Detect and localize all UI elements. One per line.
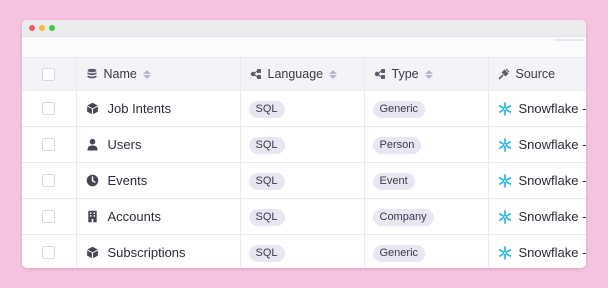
header-language-label: Language [267,67,324,81]
table-row[interactable]: Accounts SQL Company Snowflake - [22,198,587,235]
language-cell: SQL [240,234,365,268]
header-source-label: Source [515,67,556,81]
row-select-cell [22,162,77,199]
horizontal-scrollbar[interactable] [554,39,584,41]
sort-icon[interactable] [142,69,157,79]
model-name[interactable]: Events [108,173,148,188]
title-bar [22,20,586,37]
nodes-icon [250,69,261,79]
model-name[interactable]: Accounts [108,209,161,224]
language-cell: SQL [240,162,365,199]
table-header-row: Name Language Type Source [22,58,586,91]
name-cell: Subscriptions [76,234,241,268]
close-window-button[interactable] [29,25,35,31]
type-cell: Generic [364,90,489,127]
name-cell: Job Intents [76,90,241,127]
select-all-checkbox[interactable] [42,67,55,81]
row-select-cell [22,90,77,127]
source-cell: Snowflake - [488,162,587,199]
table-row[interactable]: Job Intents SQL Generic Snowflake - [22,90,587,127]
clock-icon [86,174,98,187]
header-source[interactable]: Source [488,58,586,91]
nodes-icon [374,69,385,79]
source-cell: Snowflake - [488,198,587,235]
model-name[interactable]: Job Intents [108,101,172,116]
snowflake-icon [498,173,511,188]
app-window: Name Language Type Source Job Intents SQ… [22,20,586,268]
database-icon [87,68,96,79]
plug-icon [498,68,509,80]
person-icon [86,138,98,151]
row-select-cell [22,198,77,235]
row-checkbox[interactable] [42,102,55,115]
language-badge: SQL [248,173,285,190]
row-checkbox[interactable] [42,210,55,223]
snowflake-icon [498,245,511,260]
language-cell: SQL [240,198,365,235]
source-name: Snowflake - [518,245,587,260]
table-row[interactable]: Subscriptions SQL Generic Snowflake - [22,234,587,268]
language-cell: SQL [240,126,365,163]
minimize-window-button[interactable] [39,25,45,31]
type-badge: Generic [372,245,426,262]
language-badge: SQL [248,209,285,226]
source-cell: Snowflake - [488,234,587,268]
sort-icon[interactable] [329,69,343,79]
source-cell: Snowflake - [488,90,587,127]
model-name[interactable]: Users [108,137,142,152]
language-badge: SQL [248,101,285,118]
type-badge: Generic [372,101,426,118]
models-table: Name Language Type Source Job Intents SQ… [22,58,586,268]
cube-icon [86,102,98,115]
source-name: Snowflake - [518,101,587,116]
row-select-cell [22,126,77,163]
source-cell: Snowflake - [488,126,587,163]
snowflake-icon [498,209,511,224]
row-select-cell [22,234,77,268]
language-badge: SQL [248,137,285,154]
name-cell: Accounts [76,198,241,235]
type-badge: Person [372,137,422,154]
row-checkbox[interactable] [42,138,55,151]
cube-icon [86,246,98,259]
snowflake-icon [498,101,511,116]
language-cell: SQL [240,90,365,127]
language-badge: SQL [248,245,285,262]
header-type[interactable]: Type [364,58,489,91]
name-cell: Users [76,126,241,163]
building-icon [87,210,97,223]
type-badge: Company [372,209,434,226]
type-badge: Event [372,173,415,190]
table-row[interactable]: Events SQL Event Snowflake - [22,162,587,199]
snowflake-icon [498,137,511,152]
header-name-label: Name [103,67,137,81]
source-name: Snowflake - [518,173,587,188]
source-name: Snowflake - [518,137,587,152]
row-checkbox[interactable] [42,246,55,259]
table-row[interactable]: Users SQL Person Snowflake - [22,126,587,163]
header-name[interactable]: Name [76,58,241,91]
models-table-container: Name Language Type Source Job Intents SQ… [22,57,586,268]
row-checkbox[interactable] [42,174,55,187]
header-select-cell [22,58,77,91]
type-cell: Event [364,162,489,199]
model-name[interactable]: Subscriptions [108,245,186,260]
sort-icon[interactable] [424,69,439,79]
maximize-window-button[interactable] [49,25,55,31]
type-cell: Generic [364,234,489,268]
source-name: Snowflake - [518,209,587,224]
type-cell: Person [364,126,489,163]
header-type-label: Type [391,67,419,81]
type-cell: Company [364,198,489,235]
header-language[interactable]: Language [240,58,365,91]
name-cell: Events [76,162,241,199]
